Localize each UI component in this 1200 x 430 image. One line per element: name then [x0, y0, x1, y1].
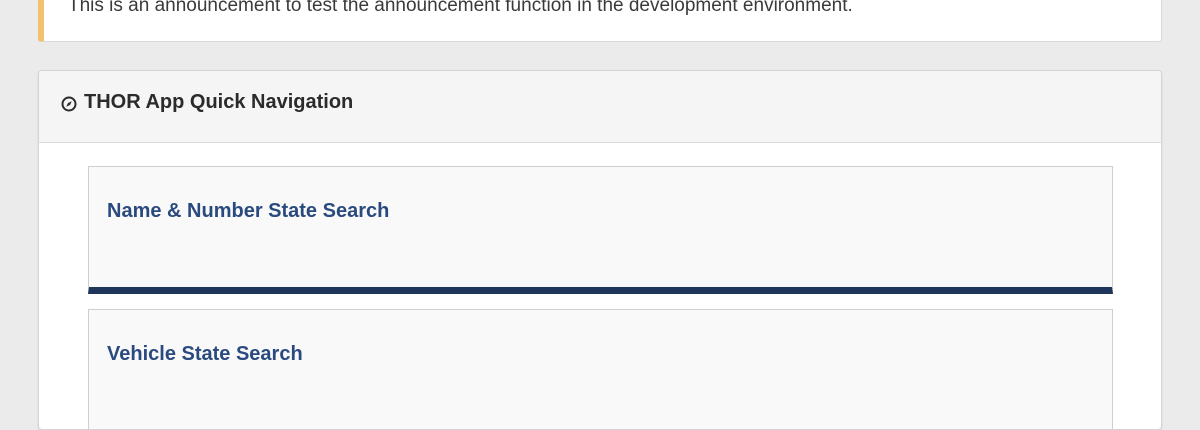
nav-card-label[interactable]: Vehicle State Search [107, 343, 303, 366]
nav-card-label[interactable]: Name & Number State Search [107, 200, 389, 223]
panel-title: THOR App Quick Navigation [61, 91, 353, 114]
announcement-banner: This is an announcement to test the anno… [38, 0, 1162, 42]
panel-header: THOR App Quick Navigation [39, 71, 1161, 143]
compass-icon [61, 95, 77, 111]
nav-card-name-number-state-search[interactable]: Name & Number State Search [88, 166, 1113, 294]
announcement-text: This is an announcement to test the anno… [68, 0, 853, 16]
nav-card-vehicle-state-search[interactable]: Vehicle State Search [88, 309, 1113, 429]
quick-navigation-panel: THOR App Quick Navigation Name & Number … [38, 70, 1162, 430]
panel-title-text: THOR App Quick Navigation [84, 91, 354, 113]
